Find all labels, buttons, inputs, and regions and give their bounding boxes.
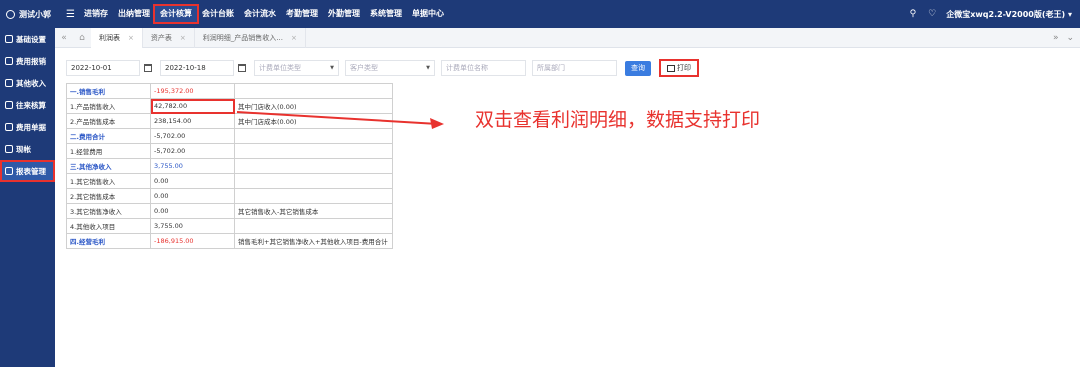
annotation-text: 双击查看利润明细，数据支持打印 bbox=[475, 109, 761, 131]
annotation-arrow bbox=[236, 111, 444, 129]
